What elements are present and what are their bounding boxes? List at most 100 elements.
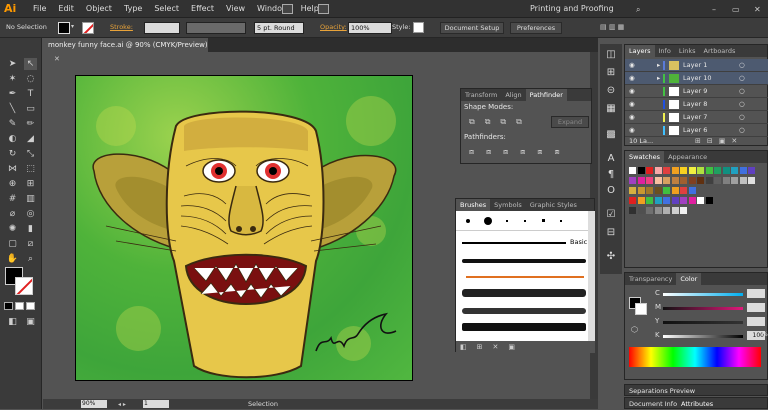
color-swatch[interactable]: [637, 207, 645, 214]
color-swatch[interactable]: [671, 197, 679, 204]
color-swatch[interactable]: [680, 207, 687, 214]
magic-wand-icon[interactable]: ✶: [6, 73, 19, 85]
color-swatch[interactable]: [714, 177, 721, 184]
color-stroke-box[interactable]: [635, 303, 647, 315]
cyan-slider[interactable]: [663, 293, 743, 296]
magenta-value[interactable]: [747, 303, 765, 312]
direct-selection-tool-icon[interactable]: ↖: [24, 58, 37, 70]
tab-align[interactable]: Align: [501, 89, 525, 101]
shape-mode-buttons[interactable]: ⧉⧉⧉⧉: [469, 117, 532, 127]
layer-name[interactable]: Layer 1: [683, 59, 707, 72]
tab-swatches[interactable]: Swatches: [625, 151, 665, 163]
target-icon[interactable]: ○: [739, 98, 745, 111]
expand-arrow-icon[interactable]: ▸: [657, 72, 660, 85]
expand-button[interactable]: Expand: [551, 116, 589, 128]
width-tool-icon[interactable]: ⋈: [6, 163, 19, 175]
align-icons[interactable]: ▤ ▥ ▦: [600, 23, 624, 31]
eye-icon[interactable]: ◉: [629, 72, 635, 85]
layer-row[interactable]: ◉ ▸ Layer 1 ○: [625, 59, 768, 72]
symbol-sprayer-icon[interactable]: ✺: [6, 223, 19, 235]
spectrum-bar[interactable]: [629, 347, 761, 367]
eyedropper-icon[interactable]: ⌀: [6, 208, 19, 220]
color-swatch[interactable]: [680, 197, 687, 204]
mesh-tool-icon[interactable]: #: [6, 193, 19, 205]
color-swatch[interactable]: [705, 167, 713, 174]
color-swatch[interactable]: [739, 177, 747, 184]
color-swatch[interactable]: [697, 197, 704, 204]
blend-tool-icon[interactable]: ◎: [24, 208, 37, 220]
info-panel-icon[interactable]: ⊞: [604, 66, 618, 80]
separations-title[interactable]: Separations Preview: [629, 387, 695, 395]
color-swatch[interactable]: [731, 167, 738, 174]
layer-row[interactable]: ◉ Layer 8 ○: [625, 98, 768, 111]
color-swatch[interactable]: [629, 197, 636, 204]
layers-panel-icon[interactable]: ◫: [604, 48, 618, 62]
color-swatch[interactable]: [688, 167, 696, 174]
tab-appearance[interactable]: Appearance: [664, 151, 711, 163]
brush-basic[interactable]: Basic: [460, 237, 588, 249]
stroke-weight-field[interactable]: [144, 22, 180, 34]
tab-transparency[interactable]: Transparency: [625, 273, 676, 285]
color-swatch[interactable]: [646, 177, 653, 184]
swatches-panel-icon[interactable]: ▩: [604, 128, 618, 142]
scale-icon[interactable]: ⤡: [24, 148, 37, 160]
color-swatch[interactable]: [629, 187, 636, 194]
monkey-face-artwork[interactable]: [76, 76, 413, 381]
color-swatch[interactable]: [629, 167, 636, 174]
gradient-panel-icon[interactable]: ⊟: [604, 226, 618, 240]
color-swatch[interactable]: [637, 177, 645, 184]
color-swatch[interactable]: [688, 177, 696, 184]
paragraph-panel-icon[interactable]: ¶: [604, 168, 618, 182]
color-swatch[interactable]: [663, 197, 670, 204]
target-icon[interactable]: ○: [739, 59, 745, 72]
color-swatch[interactable]: [714, 167, 721, 174]
menu-select[interactable]: Select: [148, 0, 185, 18]
color-swatch[interactable]: [654, 167, 662, 174]
color-swatch[interactable]: [654, 197, 662, 204]
opacity-field[interactable]: 100%: [348, 22, 392, 34]
pencil-icon[interactable]: ✏: [24, 118, 37, 130]
tab-transform[interactable]: Transform: [461, 89, 501, 101]
layer-name[interactable]: Layer 7: [683, 111, 707, 124]
color-swatch[interactable]: [646, 167, 653, 174]
selection-tool-icon[interactable]: ➤: [6, 58, 19, 70]
eye-icon[interactable]: ◉: [629, 124, 635, 137]
color-swatch[interactable]: [680, 187, 687, 194]
yellow-value[interactable]: [747, 317, 765, 326]
tab-brushes[interactable]: Brushes: [456, 199, 491, 211]
target-icon[interactable]: ○: [739, 124, 745, 137]
eye-icon[interactable]: ◉: [629, 59, 635, 72]
gradient-tool-icon[interactable]: ▥: [24, 193, 37, 205]
fill-dropdown-icon[interactable]: ▾: [71, 23, 74, 30]
color-swatch[interactable]: [739, 167, 747, 174]
paintbrush-icon[interactable]: ✎: [6, 118, 19, 130]
tab-graphic-styles[interactable]: Graphic Styles: [526, 199, 581, 211]
target-icon[interactable]: ○: [739, 72, 745, 85]
layer-name[interactable]: Layer 6: [683, 124, 707, 137]
maximize-icon[interactable]: ▭: [732, 5, 740, 14]
color-swatch[interactable]: [671, 167, 679, 174]
pen-tool-icon[interactable]: ✒: [6, 88, 19, 100]
stroke-label[interactable]: Stroke:: [110, 23, 133, 31]
color-swatch[interactable]: [722, 167, 730, 174]
close-tab-icon[interactable]: ✕: [54, 55, 60, 63]
zoom-tool-icon[interactable]: ⌕: [24, 253, 37, 265]
document-tab[interactable]: monkey funny face.ai @ 90% (CMYK/Preview…: [43, 38, 208, 63]
swatch-grid[interactable]: [625, 163, 767, 267]
tab-layers[interactable]: Layers: [625, 45, 655, 57]
color-swatch[interactable]: [663, 167, 670, 174]
out-of-gamut-icon[interactable]: ⬡: [631, 325, 638, 334]
tab-document-info[interactable]: Document Info: [629, 400, 677, 408]
free-transform-icon[interactable]: ⬚: [24, 163, 37, 175]
color-swatch[interactable]: [671, 177, 679, 184]
layer-name[interactable]: Layer 8: [683, 98, 707, 111]
color-swatch[interactable]: [748, 167, 755, 174]
eye-icon[interactable]: ◉: [629, 85, 635, 98]
layer-row[interactable]: ◉ Layer 7 ○: [625, 111, 768, 124]
color-swatch[interactable]: [705, 177, 713, 184]
layer-name[interactable]: Layer 9: [683, 85, 707, 98]
color-swatch[interactable]: [663, 187, 670, 194]
arrange-icon[interactable]: [318, 4, 329, 14]
layers-footer-icons[interactable]: ⊞⊟▣✕: [695, 137, 743, 145]
fill-swatch[interactable]: [58, 22, 70, 34]
